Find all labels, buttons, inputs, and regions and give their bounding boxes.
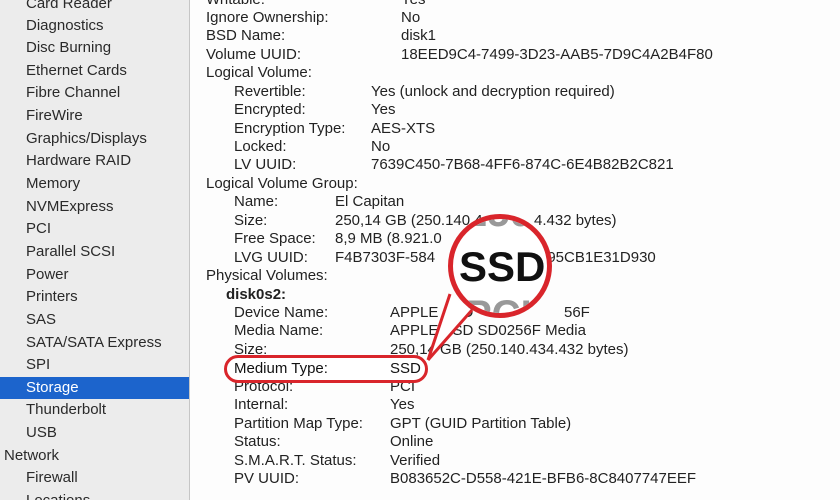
sidebar-item-diagnostics[interactable]: Diagnostics xyxy=(0,15,189,37)
medium-type-label: Medium Type: xyxy=(234,360,328,377)
sidebar-item-sata[interactable]: SATA/SATA Express xyxy=(0,332,189,354)
sidebar-item-disc-burning[interactable]: Disc Burning xyxy=(0,37,189,59)
sidebar-item-memory[interactable]: Memory xyxy=(0,173,189,195)
sidebar-item-pci[interactable]: PCI xyxy=(0,218,189,240)
sidebar-item-locations[interactable]: Locations xyxy=(0,490,189,500)
sidebar-item-card-reader[interactable]: Card Reader xyxy=(0,0,189,15)
medium-type-value: SSD xyxy=(390,360,421,377)
sidebar-item-network[interactable]: Network xyxy=(0,445,189,467)
sidebar-item-firewall[interactable]: Firewall xyxy=(0,467,189,489)
sidebar-item-graphics-displays[interactable]: Graphics/Displays xyxy=(0,128,189,150)
sidebar-item-printers[interactable]: Printers xyxy=(0,286,189,308)
sidebar-item-usb[interactable]: USB xyxy=(0,422,189,444)
sidebar-item-hardware-raid[interactable]: Hardware RAID xyxy=(0,150,189,172)
sidebar-item-spi[interactable]: SPI xyxy=(0,354,189,376)
sidebar-item-ethernet-cards[interactable]: Ethernet Cards xyxy=(0,60,189,82)
sidebar-item-parallel-scsi[interactable]: Parallel SCSI xyxy=(0,241,189,263)
sidebar-item-thunderbolt[interactable]: Thunderbolt xyxy=(0,399,189,421)
sidebar-item-nvmexpress[interactable]: NVMExpress xyxy=(0,196,189,218)
sidebar-item-firewire[interactable]: FireWire xyxy=(0,105,189,127)
sidebar-item-storage[interactable]: Storage xyxy=(0,377,189,399)
sidebar-item-fibre-channel[interactable]: Fibre Channel xyxy=(0,82,189,104)
sidebar: Card Reader Diagnostics Disc Burning Eth… xyxy=(0,0,190,500)
sidebar-item-power[interactable]: Power xyxy=(0,264,189,286)
sidebar-item-sas[interactable]: SAS xyxy=(0,309,189,331)
magnifier-main-text: SSD xyxy=(459,243,546,290)
magnifier-lens: 250, SSD PCI xyxy=(448,214,552,318)
